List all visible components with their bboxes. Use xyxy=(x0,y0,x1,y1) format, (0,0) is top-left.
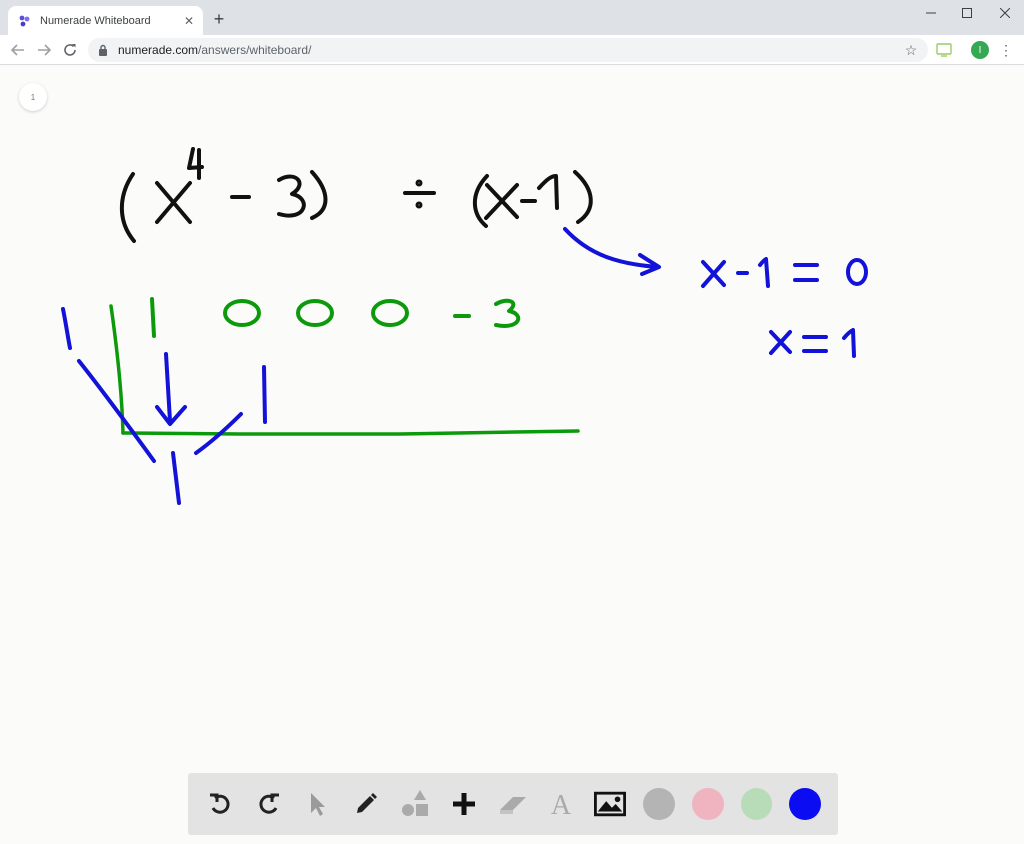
reload-icon[interactable] xyxy=(59,39,81,61)
whiteboard-tool-palette: A xyxy=(188,773,838,835)
eraser-icon[interactable] xyxy=(497,788,529,820)
bookmark-star-icon[interactable]: ☆ xyxy=(902,41,920,59)
ink-dividend-expression xyxy=(119,147,328,243)
address-bar[interactable]: numerade.com/answers/whiteboard/ ☆ xyxy=(88,38,928,62)
color-swatch-gray[interactable] xyxy=(643,788,675,820)
ink-synthetic-working xyxy=(61,307,267,505)
color-swatch-pink[interactable] xyxy=(691,788,724,820)
pointer-icon[interactable] xyxy=(301,788,333,820)
back-arrow-icon[interactable] xyxy=(7,39,29,61)
ink-coefficient-row xyxy=(150,297,521,338)
redo-icon[interactable] xyxy=(253,788,285,820)
window-close-icon[interactable] xyxy=(982,0,1024,26)
color-swatch-blue[interactable] xyxy=(789,788,822,820)
text-icon[interactable]: A xyxy=(546,788,578,820)
plus-icon[interactable] xyxy=(448,788,480,820)
lock-icon xyxy=(98,44,110,56)
cast-icon[interactable] xyxy=(934,40,954,60)
color-swatch-green[interactable] xyxy=(740,788,773,820)
svg-text:A: A xyxy=(551,790,572,818)
url-host: numerade.com xyxy=(118,43,199,57)
pen-icon[interactable] xyxy=(350,788,382,820)
shapes-icon[interactable] xyxy=(399,788,431,820)
ink-root-arrow xyxy=(563,227,661,276)
handwritten-ink-layer xyxy=(61,147,868,505)
ink-divisor-expression xyxy=(472,170,593,228)
profile-avatar-icon[interactable]: I xyxy=(971,41,989,59)
kebab-menu-icon[interactable]: ⋮ xyxy=(998,40,1014,60)
url-text: numerade.com/answers/whiteboard/ xyxy=(118,43,311,57)
ink-root-equation xyxy=(701,257,868,358)
tab-title: Numerade Whiteboard xyxy=(40,14,151,27)
browser-tab[interactable]: Numerade Whiteboard ✕ xyxy=(8,6,203,35)
image-icon[interactable] xyxy=(594,788,627,820)
forward-arrow-icon[interactable] xyxy=(33,39,55,61)
undo-icon[interactable] xyxy=(204,788,236,820)
url-path: /answers/whiteboard/ xyxy=(198,43,312,57)
browser-titlebar: Numerade Whiteboard ✕ + xyxy=(0,0,1024,35)
numerade-favicon-icon xyxy=(18,14,32,28)
browser-toolbar: numerade.com/answers/whiteboard/ ☆ I ⋮ xyxy=(0,35,1024,65)
ink-divide-sign xyxy=(403,179,436,209)
whiteboard-canvas[interactable]: 1 xyxy=(0,66,1024,844)
tab-close-icon[interactable]: ✕ xyxy=(181,13,197,29)
new-tab-button[interactable]: + xyxy=(208,8,230,30)
